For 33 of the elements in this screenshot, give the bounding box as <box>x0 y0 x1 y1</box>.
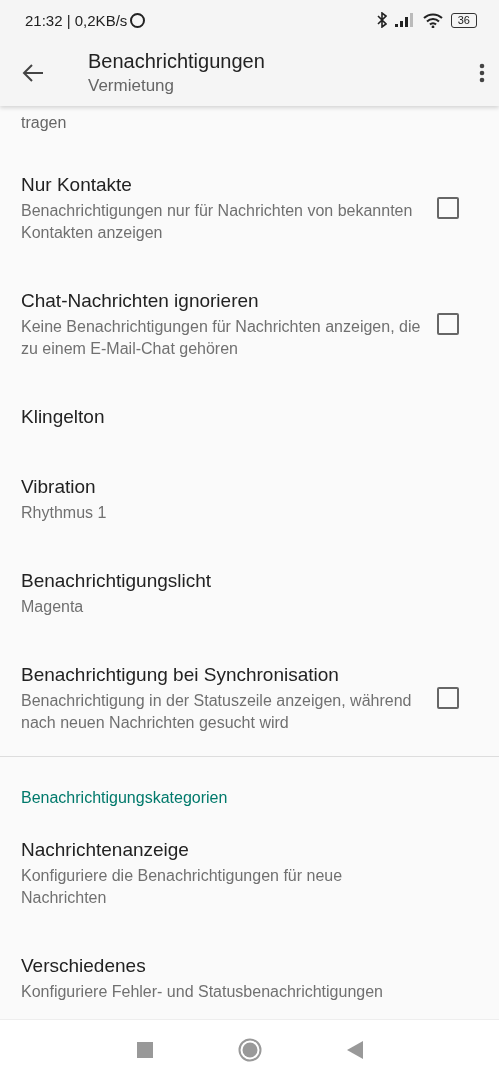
setting-title: Benachrichtigungslicht <box>21 569 213 593</box>
checkbox[interactable] <box>437 197 459 219</box>
battery-icon: 36 <box>450 12 477 28</box>
status-text: 21:32 | 0,2KB/s <box>25 11 128 29</box>
page-subtitle: Vermietung <box>88 76 175 96</box>
setting-summary: Rhythmus 1 <box>21 503 108 523</box>
setting-summary: Konfiguriere Fehler- und Statusbenachrichtigungen <box>21 982 384 1002</box>
page-title: Benachrichtigungen <box>88 50 266 73</box>
category-header: Benachrichtigungskategorien <box>20 788 229 808</box>
setting-summary: Keine Benachrichtigungen für Nachrichten anzeigen, die zu einem E-Mail-Chat gehören <box>21 317 421 359</box>
setting-summary: Benachrichtigung in der Statuszeile anzeigen, während nach neuen Nachrichten gesucht wird <box>21 691 413 733</box>
more-options-icon[interactable] <box>479 63 485 83</box>
recents-icon[interactable] <box>136 1042 153 1058</box>
bluetooth-icon <box>376 12 387 28</box>
setting-summary: tragen <box>20 113 68 133</box>
setting-title: Vibration <box>21 475 97 499</box>
setting-title: Nachrichtenanzeige <box>21 838 190 862</box>
wifi-icon <box>422 12 443 28</box>
setting-summary: Magenta <box>21 597 85 617</box>
checkbox[interactable] <box>437 687 459 709</box>
back-arrow-icon[interactable] <box>22 63 44 83</box>
setting-title: Klingelton <box>21 405 106 429</box>
setting-title: Verschiedenes <box>21 954 147 978</box>
setting-title: Benachrichtigung bei Synchronisation <box>21 663 340 687</box>
setting-title: Chat-Nachrichten ignorieren <box>21 289 260 313</box>
home-icon[interactable] <box>237 1038 262 1062</box>
setting-title: Nur Kontakte <box>21 173 133 197</box>
setting-summary: Benachrichtigungen nur für Nachrichten von bekannten Kontakten anzeigen <box>21 201 414 243</box>
checkbox[interactable] <box>437 313 459 335</box>
circle-icon <box>130 12 146 28</box>
setting-summary: Konfiguriere die Benachrichtigungen für neue Nachrichten <box>21 866 344 908</box>
back-icon[interactable] <box>346 1041 363 1059</box>
signal-icon <box>394 13 415 27</box>
